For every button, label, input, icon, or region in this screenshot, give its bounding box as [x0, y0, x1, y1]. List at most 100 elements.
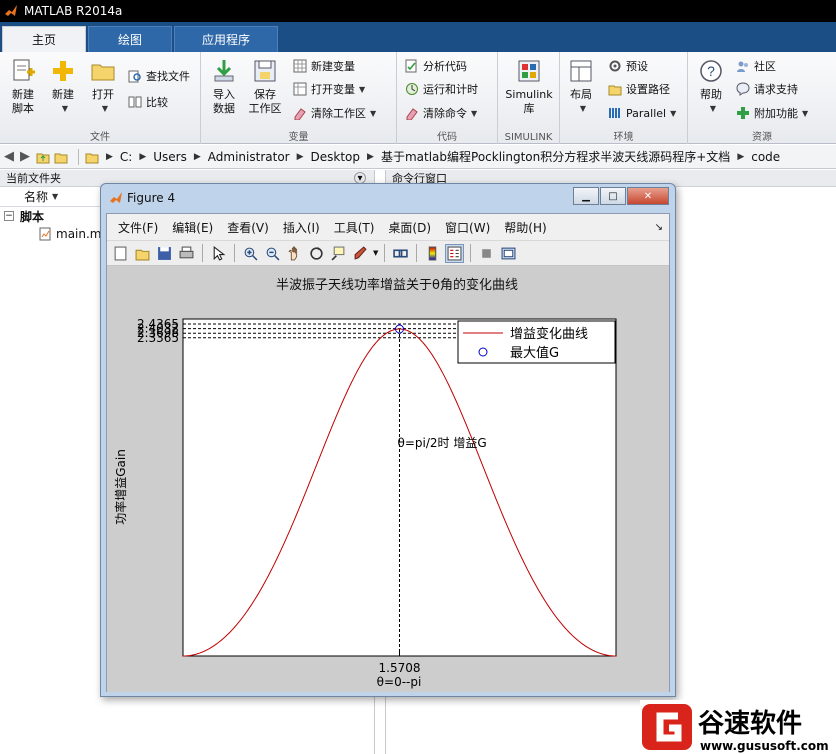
add-ons-button[interactable]: 附加功能 ▼ [736, 103, 808, 123]
request-support-icon [736, 82, 750, 96]
menu-desktop[interactable]: 桌面(D) [381, 219, 438, 236]
chevron-down-icon: ▼ [670, 108, 677, 118]
community-icon [737, 61, 748, 72]
menu-tools[interactable]: 工具(T) [327, 219, 382, 236]
open-variable-button[interactable]: 打开变量 ▼ [293, 79, 365, 99]
up-folder-icon[interactable] [36, 150, 50, 164]
legend-icon[interactable] [445, 243, 465, 263]
breadcrumb-project-folder[interactable]: 基于matlab编程Pocklington积分方程求半波天线源码程序+文档 [381, 148, 730, 165]
ribbon-group-simulink: Simulink 库 SIMULINK [498, 52, 560, 144]
chevron-down-icon[interactable]: ▼ [373, 249, 378, 257]
zoom-out-icon[interactable] [263, 244, 282, 263]
browse-folder-icon[interactable] [54, 150, 68, 164]
path-separator-icon: ▶ [106, 151, 113, 162]
path-separator-icon: ▶ [737, 151, 745, 162]
collapse-icon[interactable]: − [4, 211, 14, 221]
set-path-button[interactable]: 设置路径 [608, 79, 670, 99]
chart-title: 半波振子天线功率增益关于θ角的变化曲线 [276, 277, 518, 293]
plot-canvas: 半波振子天线功率增益关于θ角的变化曲线 2.43652.40322.36982.… [107, 266, 669, 692]
y-tick-label: 2.3365 [137, 331, 179, 345]
chart-legend[interactable]: 增益变化曲线 最大值G [457, 320, 616, 364]
rotate-icon[interactable] [307, 244, 326, 263]
chevron-down-icon: ▼ [471, 108, 478, 118]
breadcrumb-users[interactable]: Users [153, 150, 187, 164]
breadcrumb-code[interactable]: code [751, 150, 780, 164]
pointer-icon[interactable] [209, 244, 228, 263]
close-icon[interactable]: ✕ [627, 187, 669, 205]
tab-home[interactable]: 主页 [2, 26, 86, 52]
ribbon-group-label-resources: 资源 [752, 132, 772, 143]
watermark-logo-icon: 谷速软件 www.gususoft.com [642, 704, 829, 753]
back-arrow-icon[interactable]: ◀ [4, 149, 14, 164]
ribbon-group-environment: 布局 ▼ 预设 设置路径 Parallel ▼ 环境 [560, 52, 688, 144]
hide-tools-icon[interactable] [477, 244, 496, 263]
maximize-icon[interactable]: □ [600, 187, 626, 205]
save-workspace-button[interactable]: 保存 工作区 [247, 58, 283, 116]
find-files-icon [128, 70, 141, 83]
breadcrumb-desktop[interactable]: Desktop [311, 150, 361, 164]
analyze-code-button[interactable]: 分析代码 [405, 56, 467, 76]
open-variable-icon [293, 82, 307, 96]
matlab-logo-icon [110, 192, 122, 203]
clear-commands-button[interactable]: 清除命令 ▼ [405, 103, 477, 123]
path-separator-icon: ▶ [296, 151, 304, 162]
breadcrumb-c[interactable]: C: [120, 150, 132, 164]
ribbon-group-label-environment: 环境 [613, 132, 634, 143]
save-icon[interactable] [155, 244, 174, 263]
data-cursor-icon[interactable] [329, 244, 348, 263]
new-button[interactable]: 新建 ▼ [48, 58, 78, 116]
menu-insert[interactable]: 插入(I) [276, 219, 327, 236]
figure-toolbar: ▼ [107, 240, 669, 266]
compare-button[interactable]: 比较 [128, 92, 168, 112]
request-support-button[interactable]: 请求支持 [736, 79, 798, 99]
open-file-icon[interactable] [133, 244, 152, 263]
ribbon-group-label-file: 文件 [90, 132, 110, 143]
tab-apps[interactable]: 应用程序 [174, 26, 278, 52]
compare-icon [128, 96, 142, 108]
layout-button[interactable]: 布局 ▼ [566, 58, 596, 116]
menu-view[interactable]: 查看(V) [220, 219, 276, 236]
run-and-time-button[interactable]: 运行和计时 [405, 79, 478, 99]
figure-client-area: 文件(F) 编辑(E) 查看(V) 插入(I) 工具(T) 桌面(D) 窗口(W… [106, 213, 670, 692]
brush-icon[interactable] [351, 244, 370, 263]
help-button[interactable]: ? 帮助 ▼ [696, 58, 726, 116]
svg-text:谷速软件: 谷速软件 [698, 709, 802, 739]
preferences-button[interactable]: 预设 [608, 56, 648, 76]
menu-help[interactable]: 帮助(H) [497, 219, 553, 236]
import-data-button[interactable]: 导入 数据 [207, 58, 241, 116]
find-files-button[interactable]: 查找文件 [128, 66, 190, 86]
forward-arrow-icon[interactable]: ▶ [20, 149, 30, 164]
chevron-down-icon: ▼ [579, 104, 587, 113]
new-script-button[interactable]: 新建 脚本 [6, 58, 40, 116]
figure-title-bar[interactable]: Figure 4 ▁ □ ✕ [101, 184, 675, 212]
dock-arrow-icon[interactable]: ↘ [655, 222, 663, 233]
new-variable-button[interactable]: 新建变量 [293, 56, 355, 76]
pan-icon[interactable] [285, 244, 304, 263]
parallel-icon [609, 108, 620, 118]
toolbar-separator [470, 244, 472, 262]
minimize-icon[interactable]: ▁ [573, 187, 599, 205]
tab-plots[interactable]: 绘图 [88, 26, 172, 52]
open-button[interactable]: 打开 ▼ [88, 58, 118, 116]
link-icon[interactable] [391, 244, 410, 263]
ribbon-group-variable: 导入 数据 保存 工作区 新建变量 打开变量 ▼ 清除工作区 ▼ 变量 [201, 52, 397, 144]
print-icon[interactable] [177, 244, 196, 263]
menu-file[interactable]: 文件(F) [111, 219, 165, 236]
menu-window[interactable]: 窗口(W) [438, 219, 497, 236]
chevron-down-icon: ▼ [359, 84, 366, 94]
colorbar-icon[interactable] [423, 244, 442, 263]
parallel-button[interactable]: Parallel ▼ [608, 103, 676, 123]
breadcrumb-administrator[interactable]: Administrator [208, 150, 290, 164]
ribbon: 新建 脚本 新建 ▼ 打开 ▼ 查找文件 比较 文件 导入 数据 保存 工作区 … [0, 52, 836, 144]
menu-edit[interactable]: 编辑(E) [165, 219, 220, 236]
new-figure-icon[interactable] [111, 244, 130, 263]
peak-annotation: θ=pi/2时 增益G [398, 436, 487, 450]
simulink-library-icon [518, 60, 540, 82]
layout-icon [570, 60, 592, 82]
ribbon-group-file: 新建 脚本 新建 ▼ 打开 ▼ 查找文件 比较 文件 [0, 52, 201, 144]
clear-workspace-button[interactable]: 清除工作区 ▼ [293, 103, 376, 123]
simulink-library-button[interactable]: Simulink 库 [502, 58, 556, 116]
zoom-in-icon[interactable] [241, 244, 260, 263]
community-button[interactable]: 社区 [736, 56, 776, 76]
show-tools-icon[interactable] [499, 244, 518, 263]
